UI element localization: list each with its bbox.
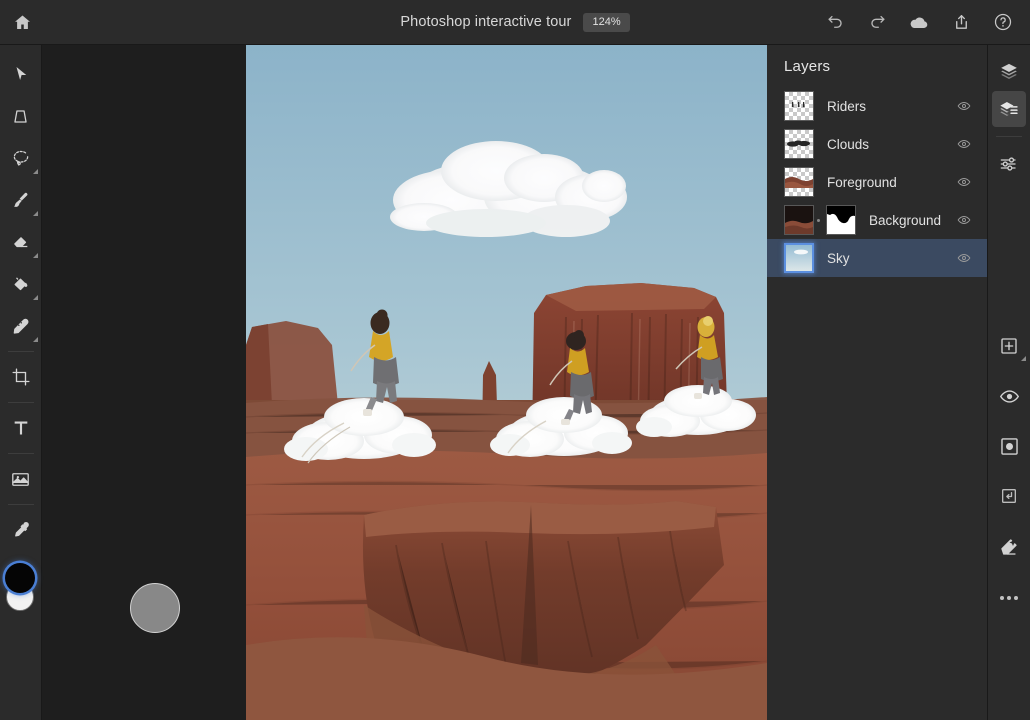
toolbar-divider — [7, 402, 34, 403]
dot — [1000, 596, 1004, 600]
place-image-icon[interactable] — [0, 458, 42, 500]
document-canvas[interactable] — [246, 45, 767, 720]
move-arrow-icon[interactable] — [0, 53, 42, 95]
zoom-level-badge[interactable]: 124% — [583, 12, 630, 32]
adjustments-icon[interactable] — [992, 146, 1026, 182]
crop-icon[interactable] — [0, 356, 42, 398]
brush-size-cursor[interactable] — [130, 583, 180, 633]
color-swatches[interactable] — [0, 561, 42, 621]
layer-name-riders: Riders — [827, 98, 867, 114]
eraser-icon[interactable] — [0, 221, 42, 263]
foreground-color-swatch[interactable] — [4, 563, 35, 593]
more-options-icon[interactable] — [992, 580, 1026, 616]
layer-thumbnail-background[interactable] — [784, 205, 814, 235]
submenu-triangle-icon — [32, 211, 38, 216]
submenu-triangle-icon — [32, 295, 38, 300]
layers-stack-icon[interactable] — [992, 53, 1026, 89]
redo-icon[interactable] — [856, 0, 898, 45]
artwork — [246, 45, 767, 720]
layer-visibility-toggle-riders[interactable] — [953, 95, 975, 117]
clipping-mask-icon[interactable] — [992, 478, 1026, 514]
layer-row-background[interactable]: Background — [767, 201, 987, 239]
submenu-triangle-icon — [32, 337, 38, 342]
submenu-triangle-icon — [32, 253, 38, 258]
lasso-select-icon[interactable] — [0, 137, 42, 179]
mask-link-dot — [817, 218, 820, 222]
topbar-actions — [814, 0, 1024, 45]
undo-icon[interactable] — [814, 0, 856, 45]
top-toolbar: Photoshop interactive tour 124% — [0, 0, 1030, 45]
layer-name-clouds: Clouds — [827, 136, 870, 152]
mask-icon[interactable] — [992, 428, 1026, 464]
layer-name-background: Background — [869, 212, 942, 228]
layer-row-foreground[interactable]: Foreground — [767, 163, 987, 201]
layer-thumbnail-riders[interactable] — [784, 91, 814, 121]
submenu-triangle-icon — [32, 169, 38, 174]
paint-bucket-icon[interactable] — [0, 263, 42, 305]
toolbar-divider — [7, 453, 34, 454]
layer-row-sky[interactable]: Sky — [767, 239, 987, 277]
layer-name-foreground: Foreground — [827, 174, 897, 190]
left-toolbar — [0, 45, 42, 720]
toolbar-divider — [7, 504, 34, 505]
photoshop-window: Photoshop interactive tour 124% Layers R… — [0, 0, 1030, 720]
layer-thumbnail-clouds[interactable] — [784, 129, 814, 159]
submenu-triangle-icon — [1021, 356, 1026, 361]
brush-icon[interactable] — [0, 179, 42, 221]
home-icon[interactable] — [0, 0, 44, 45]
layer-mask-thumbnail-background[interactable] — [826, 205, 856, 235]
layer-visibility-toggle-background[interactable] — [953, 209, 975, 231]
layer-visibility-toggle-foreground[interactable] — [953, 171, 975, 193]
add-layer-icon[interactable] — [992, 328, 1026, 364]
canvas-work-area[interactable] — [42, 45, 767, 720]
layer-visibility-toggle-sky[interactable] — [953, 247, 975, 269]
blend-mode-icon[interactable] — [992, 528, 1026, 564]
toolbar-divider — [7, 351, 34, 352]
text-icon[interactable] — [0, 407, 42, 449]
page-title: Photoshop interactive tour — [400, 14, 572, 30]
layers-list: Riders Clouds Foreground Background Sky — [767, 87, 987, 277]
dot — [1014, 596, 1018, 600]
right-toolbar — [988, 45, 1030, 720]
layers-panel-title: Layers — [784, 58, 831, 75]
transform-icon[interactable] — [0, 95, 42, 137]
layer-visibility-toggle-clouds[interactable] — [953, 133, 975, 155]
dot — [1007, 596, 1011, 600]
healing-brush-icon[interactable] — [0, 305, 42, 347]
help-icon[interactable] — [982, 0, 1024, 45]
right-toolbar-divider — [996, 136, 1022, 137]
layers-list-icon[interactable] — [992, 91, 1026, 127]
layer-thumbnail-sky[interactable] — [784, 243, 814, 273]
share-icon[interactable] — [940, 0, 982, 45]
layer-row-clouds[interactable]: Clouds — [767, 125, 987, 163]
layers-panel: Layers Riders Clouds Foreground Backgrou… — [767, 45, 988, 720]
cloud-icon[interactable] — [898, 0, 940, 45]
layer-thumbnail-foreground[interactable] — [784, 167, 814, 197]
layer-row-riders[interactable]: Riders — [767, 87, 987, 125]
eyedropper-icon[interactable] — [0, 509, 42, 551]
layer-name-sky: Sky — [827, 250, 850, 266]
eye-icon[interactable] — [992, 378, 1026, 414]
